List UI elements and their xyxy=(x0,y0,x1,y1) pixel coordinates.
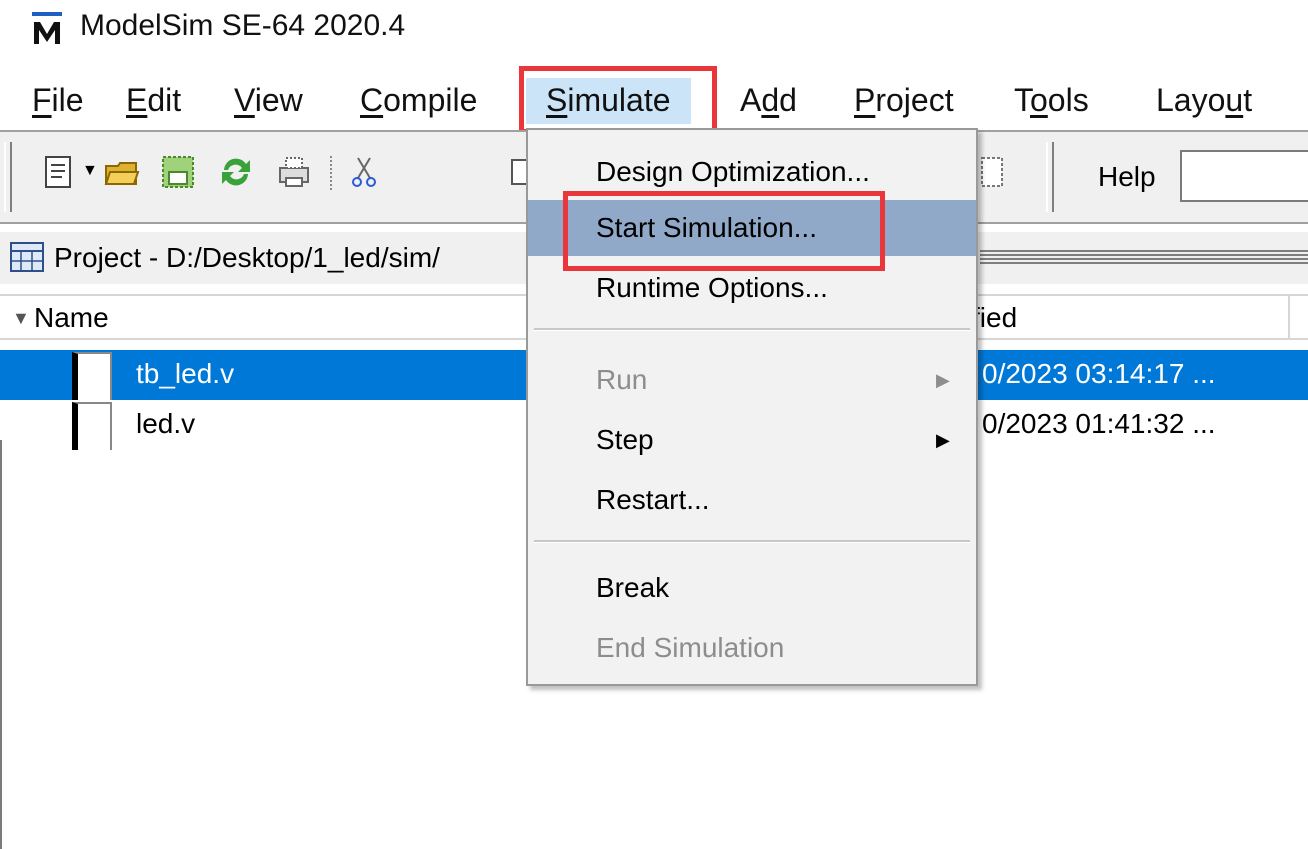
menu-item-label: Restart... xyxy=(596,484,710,515)
menu-view[interactable]: View xyxy=(234,78,303,122)
project-panel-title: Project - D:/Desktop/1_led/sim/ xyxy=(54,242,440,273)
help-label: Help xyxy=(1098,161,1156,192)
simulate-menu: Design Optimization... Start Simulation.… xyxy=(526,128,978,686)
menu-simulate-mnemonic: S xyxy=(546,82,568,118)
menu-add-mnemonic: d xyxy=(761,82,780,118)
menu-item-break[interactable]: Break xyxy=(528,560,976,616)
new-file-icon[interactable] xyxy=(40,154,76,190)
menu-item-label: Design Optimization... xyxy=(596,156,870,187)
menu-item-label: Start Simulation... xyxy=(596,212,817,243)
cut-icon[interactable] xyxy=(346,154,382,190)
file-icon xyxy=(72,352,112,400)
menu-tools-prefix: T xyxy=(1014,82,1030,118)
open-folder-icon[interactable] xyxy=(104,154,140,190)
menu-item-start-simulation[interactable]: Start Simulation... xyxy=(528,200,976,256)
menu-layout[interactable]: Layout xyxy=(1156,78,1252,122)
column-name-header[interactable]: Name xyxy=(34,300,109,336)
menu-tools-mnemonic: o xyxy=(1030,82,1048,118)
menu-edit-mnemonic: E xyxy=(126,82,148,118)
menu-view-mnemonic: V xyxy=(234,82,255,118)
menu-item-restart[interactable]: Restart... xyxy=(528,472,976,528)
menu-separator xyxy=(534,328,970,331)
toolbar-grip-help[interactable] xyxy=(1046,142,1054,212)
submenu-arrow-icon: ▶ xyxy=(936,370,950,390)
menu-compile-mnemonic: C xyxy=(360,82,384,118)
modelsim-logo-icon xyxy=(32,12,62,44)
menu-item-label: Runtime Options... xyxy=(596,272,828,303)
print-icon[interactable] xyxy=(276,154,312,190)
reload-icon[interactable] xyxy=(218,154,254,190)
sort-down-icon[interactable]: ▼ xyxy=(12,308,30,329)
save-icon[interactable] xyxy=(160,154,196,190)
toolbar-grip[interactable] xyxy=(4,142,12,212)
menu-file[interactable]: File xyxy=(32,78,84,122)
menu-item-label: End Simulation xyxy=(596,632,785,663)
menu-bar: File Edit View Compile Simulate Add Proj… xyxy=(0,70,1308,130)
menu-add-label: d xyxy=(779,82,797,118)
file-icon xyxy=(72,402,112,450)
menu-project-mnemonic: P xyxy=(854,82,876,118)
menu-view-label: iew xyxy=(254,82,303,118)
submenu-arrow-icon: ▶ xyxy=(936,430,950,450)
menu-item-step[interactable]: Step ▶ xyxy=(528,412,976,468)
menu-edit[interactable]: Edit xyxy=(126,78,181,122)
compile-icon[interactable] xyxy=(980,154,1008,190)
file-name: led.v xyxy=(136,408,196,439)
menu-project-label: roject xyxy=(875,82,954,118)
menu-simulate[interactable]: Simulate xyxy=(526,78,691,124)
menu-compile-label: ompile xyxy=(383,82,478,118)
menu-tools[interactable]: Tools xyxy=(1014,78,1089,122)
toolbar-separator xyxy=(330,156,334,190)
menu-item-runtime-options[interactable]: Runtime Options... xyxy=(528,260,976,316)
menu-item-label: Break xyxy=(596,572,670,603)
menu-compile[interactable]: Compile xyxy=(360,78,477,122)
new-file-dropdown-icon[interactable]: ▼ xyxy=(82,162,98,180)
copy-icon[interactable] xyxy=(508,154,528,190)
menu-add[interactable]: Add xyxy=(740,78,797,122)
menu-add-prefix: A xyxy=(740,82,762,118)
file-name: tb_led.v xyxy=(136,358,235,389)
menu-item-end-simulation[interactable]: End Simulation xyxy=(528,620,976,676)
file-modified-date: 0/2023 01:41:32 ... xyxy=(982,408,1216,439)
menu-tools-label: ols xyxy=(1047,82,1089,118)
panel-left-border xyxy=(0,440,2,849)
menu-layout-mnemonic: u xyxy=(1225,82,1244,118)
menu-separator xyxy=(534,540,970,543)
menu-file-label: ile xyxy=(51,82,84,118)
column-divider[interactable] xyxy=(1288,296,1290,340)
menu-layout-label: t xyxy=(1243,82,1253,118)
menu-project[interactable]: Project xyxy=(854,78,954,122)
help-search-input[interactable] xyxy=(1180,150,1308,202)
title-bar: ModelSim SE-64 2020.4 xyxy=(0,0,1308,56)
menu-layout-prefix: Layo xyxy=(1156,82,1226,118)
menu-item-run[interactable]: Run ▶ xyxy=(528,352,976,408)
project-icon xyxy=(10,242,44,272)
window-title: ModelSim SE-64 2020.4 xyxy=(80,9,406,42)
menu-edit-label: dit xyxy=(147,82,182,118)
file-modified-date: 0/2023 03:14:17 ... xyxy=(982,358,1216,389)
column-modified-header[interactable]: fied xyxy=(972,300,1017,336)
menu-item-label: Step xyxy=(596,424,654,455)
menu-item-label: Run xyxy=(596,364,648,395)
menu-file-mnemonic: F xyxy=(32,82,52,118)
menu-item-design-optimization[interactable]: Design Optimization... xyxy=(528,144,976,200)
menu-simulate-label: imulate xyxy=(567,82,671,118)
panel-drag-handle[interactable] xyxy=(980,250,1308,264)
